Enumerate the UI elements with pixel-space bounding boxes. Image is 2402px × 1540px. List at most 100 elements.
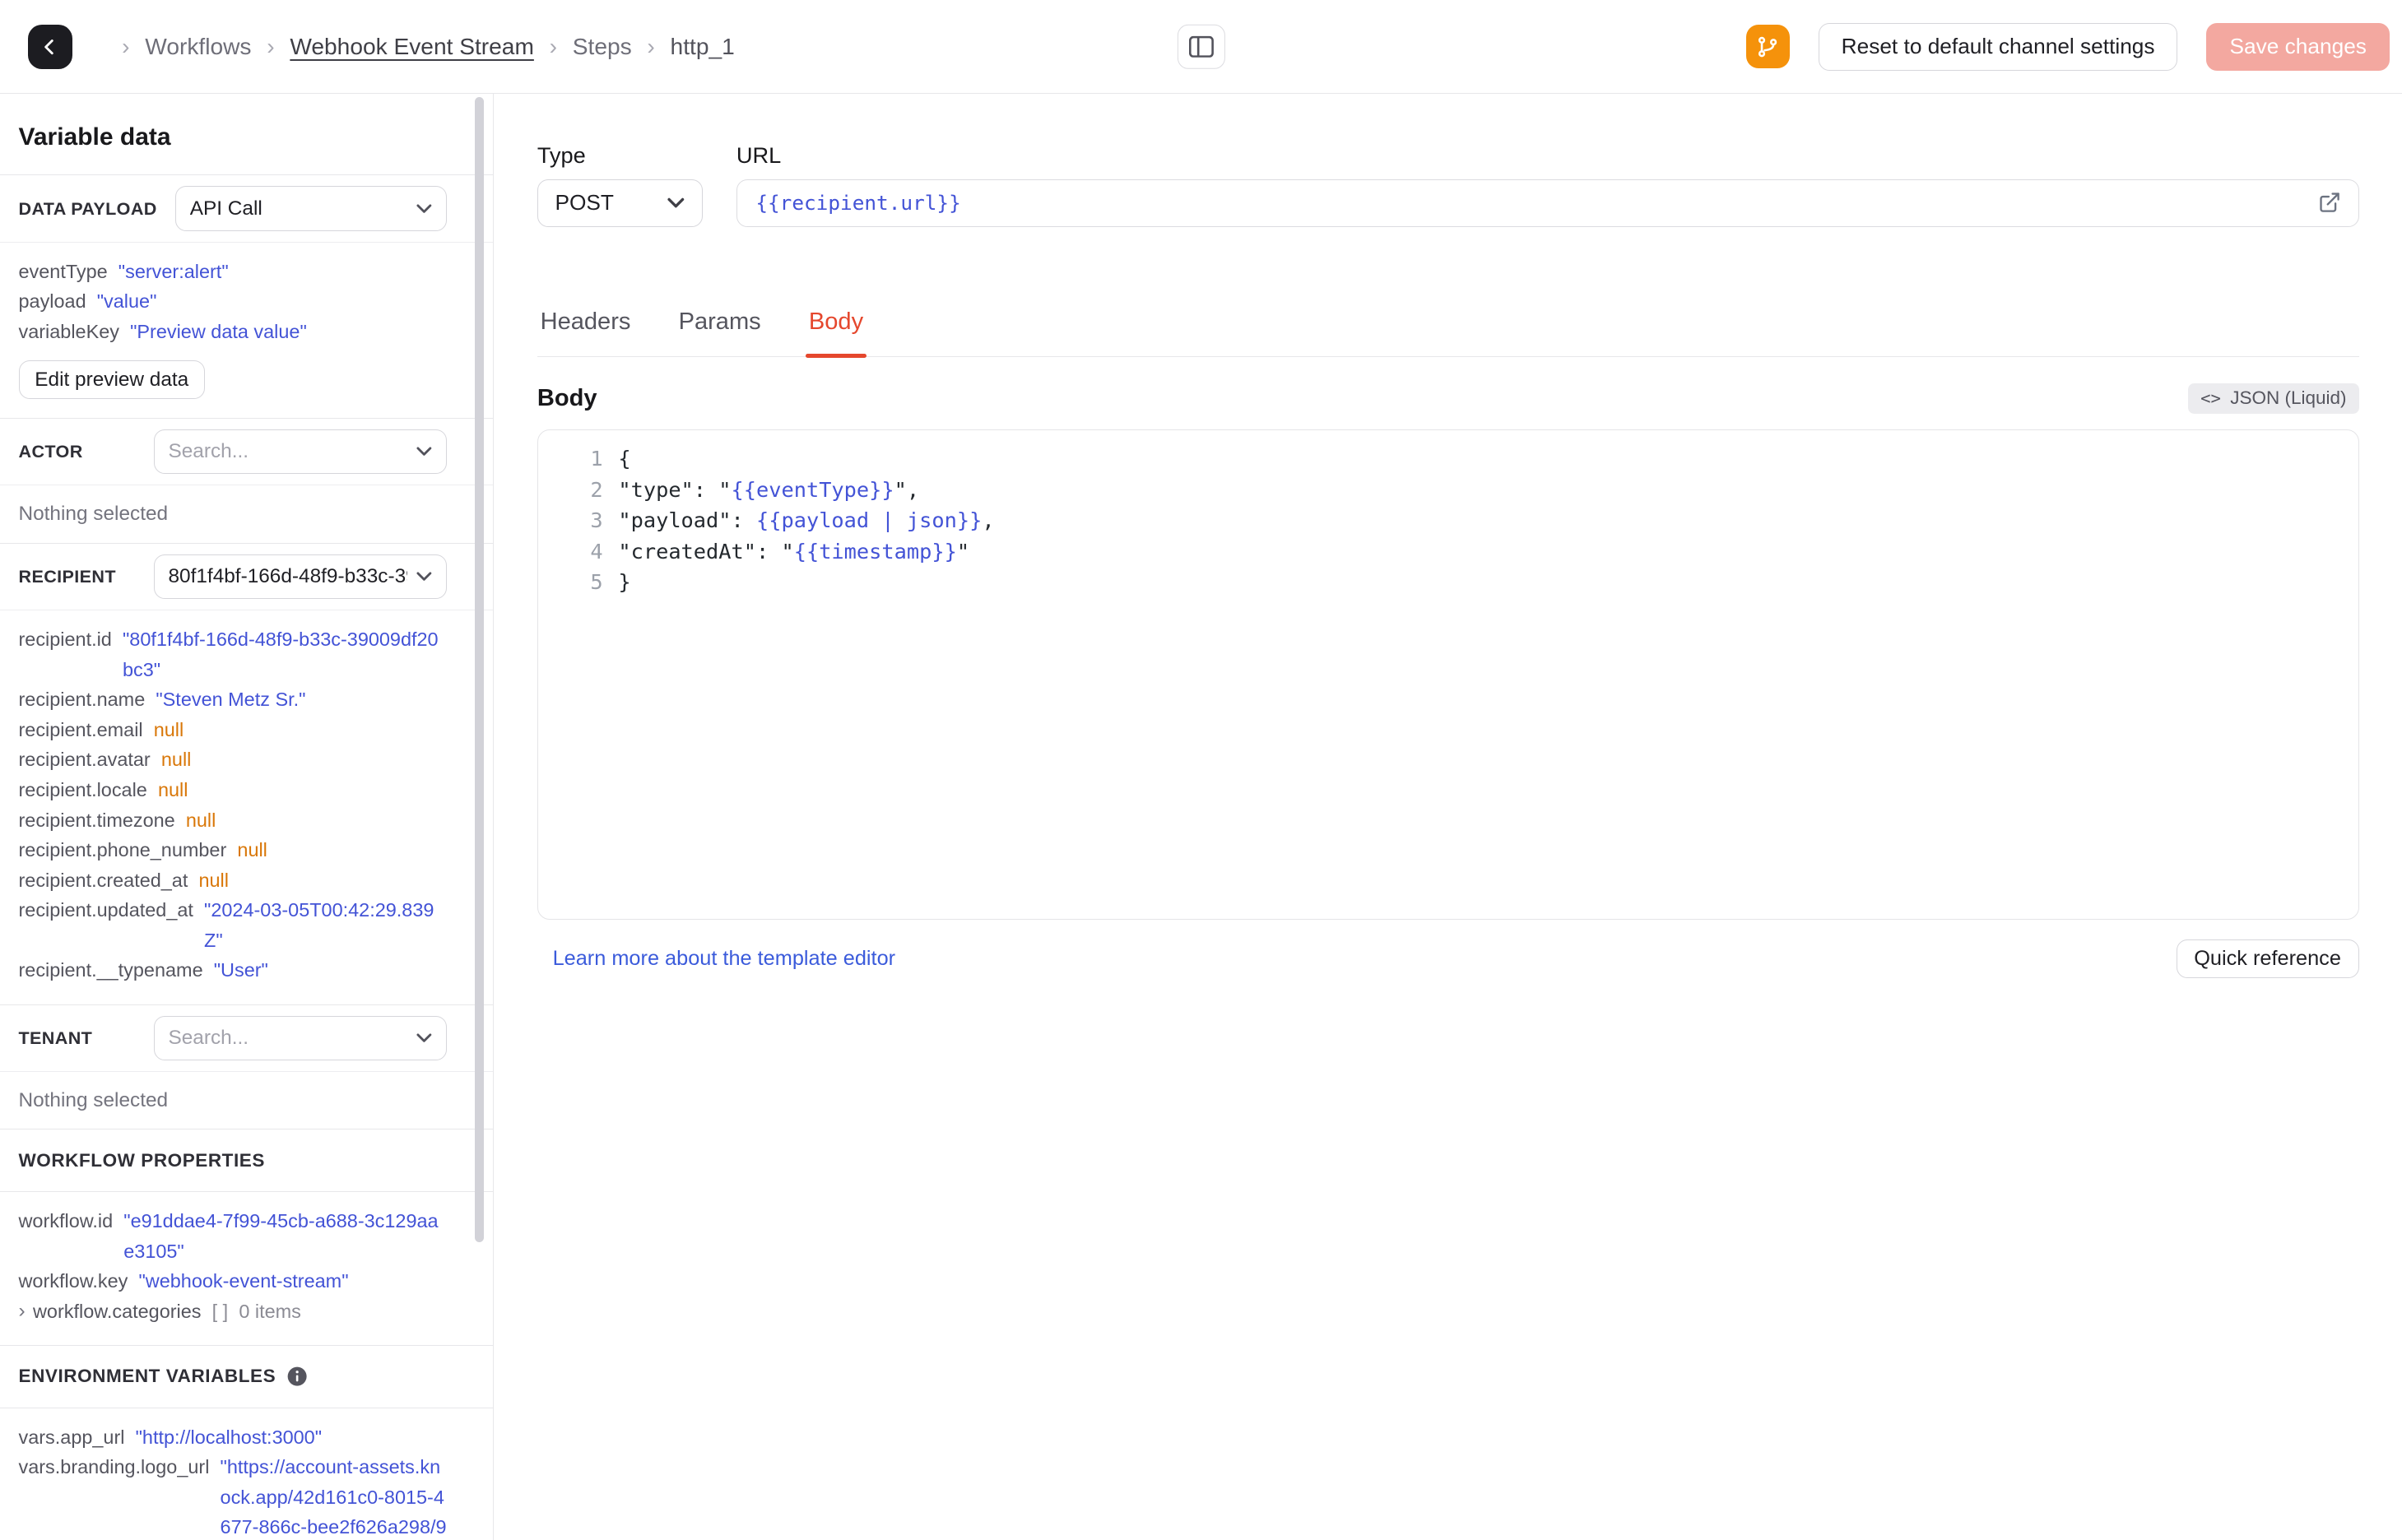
actor-search[interactable] <box>153 429 448 475</box>
app-root: Workflows Webhook Event Stream Steps http_1… <box>0 0 2402 1540</box>
variable-row: recipient.__typename "User" <box>19 955 448 986</box>
variable-data-sidebar: Variable data DATA PAYLOAD API Call even… <box>0 94 495 1540</box>
commit-changes-badge[interactable] <box>1746 25 1790 68</box>
language-badge-label: JSON (Liquid) <box>2230 387 2347 409</box>
environment-variables-label: ENVIRONMENT VARIABLES <box>18 1366 276 1387</box>
code-icon: <> <box>2200 388 2221 409</box>
url-label: URL <box>736 141 782 168</box>
breadcrumb-item[interactable]: http_1 <box>632 34 735 60</box>
variable-row: eventType "server:alert" <box>19 257 448 287</box>
learn-more-link[interactable]: Learn more about the template editor <box>553 947 896 971</box>
variable-key: variableKey <box>18 320 119 342</box>
actor-empty-state: Nothing selected <box>0 485 494 544</box>
tenant-label: TENANT <box>18 1027 93 1048</box>
chevron-down-icon <box>416 572 432 582</box>
tenant-header: TENANT <box>0 1005 494 1073</box>
actor-search-input[interactable] <box>168 440 417 464</box>
external-link-icon[interactable] <box>2318 191 2341 214</box>
variable-value: null <box>237 839 267 861</box>
code-content: "createdAt": "{{timestamp}}" <box>618 538 970 564</box>
tenant-search[interactable] <box>153 1015 448 1061</box>
chevron-down-icon <box>416 447 432 457</box>
line-number: 1 <box>590 446 603 471</box>
actor-label: ACTOR <box>18 441 83 462</box>
code-content: "type": "{{eventType}}", <box>618 476 920 502</box>
info-icon[interactable] <box>286 1366 308 1387</box>
request-tab[interactable]: Params <box>676 308 764 355</box>
variable-row: recipient.timezone null <box>19 805 448 836</box>
breadcrumb-item-label: Workflows <box>145 33 252 59</box>
breadcrumb-item[interactable]: Webhook Event Stream <box>251 34 534 60</box>
variable-row: recipient.locale null <box>19 775 448 805</box>
variable-row: recipient.id "80f1f4bf-166d-48f9-b33c-390… <box>19 624 448 684</box>
variable-value: "value" <box>96 290 157 313</box>
recipient-fields: recipient.id "80f1f4bf-166d-48f9-b33c-390… <box>19 624 448 986</box>
reset-channel-settings-button[interactable]: Reset to default channel settings <box>1819 22 2177 71</box>
save-changes-button[interactable]: Save changes <box>2206 22 2390 71</box>
variable-key: workflow.key <box>18 1270 128 1292</box>
code-line[interactable]: 2 "type": "{{eventType}}", <box>538 475 2358 506</box>
data-payload-fields: eventType "server:alert" payload "value" var… <box>19 257 448 347</box>
variable-value: null <box>198 869 229 891</box>
variable-value: "2024-03-05T00:42:29.839Z" <box>204 899 434 951</box>
actor-header: ACTOR <box>0 419 494 486</box>
variable-key: recipient.updated_at <box>18 899 193 921</box>
workflow-categories-row[interactable]: › workflow.categories [ ] 0 items <box>19 1296 448 1327</box>
variable-row: recipient.phone_number null <box>19 835 448 865</box>
variable-key: eventType <box>18 260 108 282</box>
request-editor-panel: Type POST URL {{recipient.url}} Headers … <box>494 94 2402 1540</box>
variable-value: "Preview data value" <box>130 320 307 342</box>
code-line[interactable]: 4 "createdAt": "{{timestamp}}" <box>538 536 2358 568</box>
variable-key: recipient.avatar <box>18 749 151 771</box>
data-payload-select[interactable]: API Call <box>174 186 448 231</box>
sidebar-scrollbar[interactable] <box>474 97 485 1243</box>
content-layout: Variable data DATA PAYLOAD API Call even… <box>0 94 2402 1540</box>
request-tab[interactable]: Headers <box>537 308 634 355</box>
variable-value: "server:alert" <box>118 260 229 282</box>
variable-value: "webhook-event-stream" <box>138 1270 349 1292</box>
breadcrumb-item-label: http_1 <box>670 33 735 59</box>
variable-key: recipient.locale <box>18 779 147 800</box>
recipient-select[interactable]: 80f1f4bf-166d-48f9-b33c-39009df20bc3 <box>153 554 448 600</box>
workflow-fields: workflow.id "e91ddae4-7f99-45cb-a688-3c12… <box>19 1206 448 1296</box>
quick-reference-button[interactable]: Quick reference <box>2176 939 2359 979</box>
recipient-selected-value: 80f1f4bf-166d-48f9-b33c-39009df20bc3 <box>168 564 407 587</box>
language-badge[interactable]: <> JSON (Liquid) <box>2188 383 2359 414</box>
code-line[interactable]: 1{ <box>538 443 2358 475</box>
variable-key: recipient.__typename <box>18 959 203 981</box>
chevron-down-icon <box>416 204 432 213</box>
variable-key: recipient.created_at <box>18 869 188 891</box>
line-number: 3 <box>590 508 603 533</box>
data-payload-header: DATA PAYLOAD API Call <box>0 175 494 243</box>
type-label: Type <box>537 141 586 168</box>
variable-value: null <box>160 749 192 771</box>
toggle-sidebar-button[interactable] <box>1177 24 1225 69</box>
back-button[interactable] <box>27 24 73 69</box>
body-section-header: Body <> JSON (Liquid) <box>537 383 2359 414</box>
tenant-search-input[interactable] <box>168 1026 417 1050</box>
variable-value: "User" <box>213 959 268 981</box>
breadcrumb-item[interactable]: Steps <box>534 34 632 60</box>
git-branch-icon <box>1756 35 1779 58</box>
code-line[interactable]: 3 "payload": {{payload | json}}, <box>538 505 2358 536</box>
breadcrumb-item[interactable]: Workflows <box>106 34 251 60</box>
method-selected-value: POST <box>555 190 614 216</box>
variable-row: recipient.updated_at "2024-03-05T00:42:29… <box>19 895 448 955</box>
code-content: "payload": {{payload | json}}, <box>618 508 995 533</box>
editor-footer: Learn more about the template editor Qui… <box>537 939 2359 979</box>
url-value: {{recipient.url}} <box>755 191 961 216</box>
code-line[interactable]: 5} <box>538 567 2358 598</box>
url-input[interactable]: {{recipient.url}} <box>736 179 2359 227</box>
request-tabs: Headers Params Body <box>537 308 2359 357</box>
request-tab[interactable]: Body <box>806 308 867 357</box>
breadcrumb: Workflows Webhook Event Stream Steps http_1 <box>106 34 734 60</box>
recipient-label: RECIPIENT <box>18 565 116 587</box>
topbar-actions: Reset to default channel settings Save c… <box>1746 22 2390 71</box>
body-code-editor[interactable]: 1{2 "type": "{{eventType}}", 3 "payload": {… <box>537 429 2359 921</box>
method-select[interactable]: POST <box>537 179 703 227</box>
edit-preview-data-button[interactable]: Edit preview data <box>18 360 205 400</box>
variable-row: vars.branding.logo_url "https://account-a… <box>19 1452 448 1540</box>
request-config-row: Type POST URL {{recipient.url}} <box>537 142 2359 227</box>
variable-value: null <box>185 809 216 831</box>
body-section-title: Body <box>537 384 597 411</box>
